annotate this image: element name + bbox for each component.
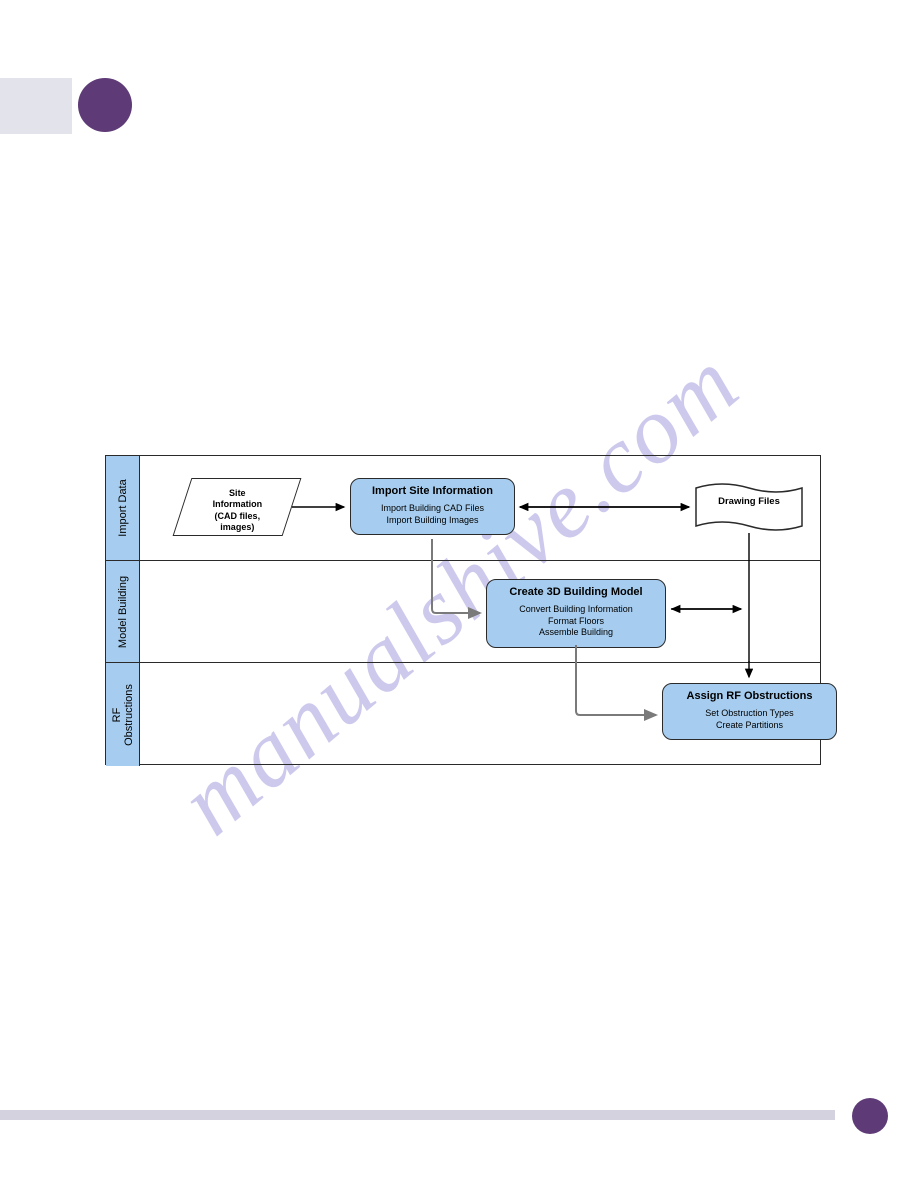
document-icon <box>695 482 803 538</box>
lane-body-model: Create 3D Building Model Convert Buildin… <box>140 561 820 662</box>
lane-label-text: RF Obstructions <box>110 684 134 746</box>
create-model-l1: Convert Building Information <box>519 604 633 614</box>
site-info-l3: (CAD files, <box>215 511 261 521</box>
create-model-l2: Format Floors <box>548 616 604 626</box>
header-accent <box>0 78 72 134</box>
lane-body-rf: Assign RF Obstructions Set Obstruction T… <box>140 663 820 766</box>
header-dot-icon <box>78 78 132 132</box>
assign-rf-l1: Set Obstruction Types <box>705 708 793 718</box>
import-site-title: Import Site Information <box>359 485 506 497</box>
import-site-process: Import Site Information Import Building … <box>350 478 515 535</box>
import-site-lines: Import Building CAD Files Import Buildin… <box>359 503 506 526</box>
lane-body-import: Site Information (CAD files, images) Imp… <box>140 456 820 560</box>
site-info-content: Site Information (CAD files, images) <box>183 479 291 533</box>
lane-model-building: Model Building Create 3D Building Model … <box>106 560 820 662</box>
assign-rf-process: Assign RF Obstructions Set Obstruction T… <box>662 683 837 740</box>
assign-rf-lines: Set Obstruction Types Create Partitions <box>671 708 828 731</box>
site-info-l2: Information <box>213 499 263 509</box>
lane-import-data: Import Data Site Information (CAD files,… <box>106 456 820 560</box>
create-model-process: Create 3D Building Model Convert Buildin… <box>486 579 666 648</box>
site-info-input-shape: Site Information (CAD files, images) <box>173 478 302 536</box>
drawing-files-shape: Drawing Files <box>695 482 803 532</box>
arrows-lane2 <box>140 561 822 671</box>
lane-rf-obstructions: RF Obstructions Assign RF Obstructions S… <box>106 662 820 766</box>
lane-label-text: Import Data <box>116 479 128 536</box>
create-model-lines: Convert Building Information Format Floo… <box>495 604 657 639</box>
swimlane-diagram: Import Data Site Information (CAD files,… <box>105 455 821 765</box>
create-model-title: Create 3D Building Model <box>495 586 657 598</box>
import-site-l2: Import Building Images <box>386 515 478 525</box>
site-info-l4: images) <box>220 522 254 532</box>
lane-label-rf: RF Obstructions <box>106 663 140 766</box>
drawing-files-text: Drawing Files <box>695 496 803 507</box>
assign-rf-l2: Create Partitions <box>716 720 783 730</box>
assign-rf-title: Assign RF Obstructions <box>671 690 828 702</box>
footer-bar <box>0 1110 835 1120</box>
lane-label-import: Import Data <box>106 456 140 560</box>
create-model-l3: Assemble Building <box>539 627 613 637</box>
site-info-l1: Site <box>229 488 246 498</box>
footer-dot-icon <box>852 1098 888 1134</box>
lane-label-text: Model Building <box>116 575 128 647</box>
lane-label-model: Model Building <box>106 561 140 662</box>
import-site-l1: Import Building CAD Files <box>381 503 484 513</box>
